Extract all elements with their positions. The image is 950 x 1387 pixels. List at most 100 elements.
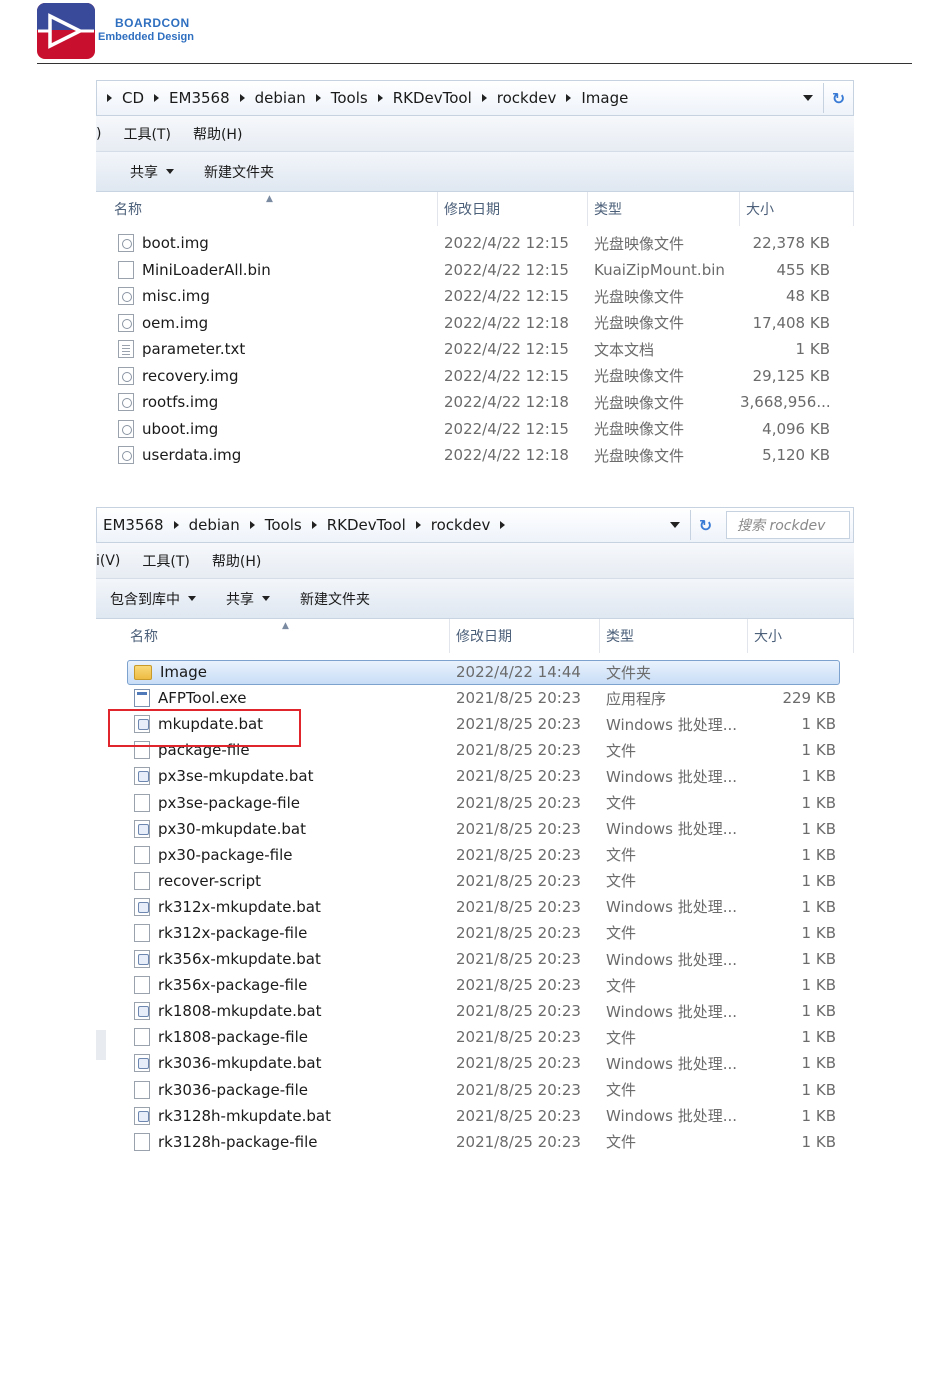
file-size: 1 KB (801, 1106, 836, 1125)
column-header-date[interactable]: 修改日期 (438, 192, 588, 226)
file-row[interactable]: rk3128h-package-file 2021/8/25 20:23 文件 1 K… (96, 1129, 854, 1155)
breadcrumb-item[interactable]: RKDevTool (327, 516, 406, 534)
breadcrumb-item[interactable]: rockdev (497, 89, 557, 107)
breadcrumb-item[interactable]: RKDevTool (393, 89, 472, 107)
file-size: 17,408 KB (752, 313, 830, 332)
folder-row[interactable]: Image 2022/4/22 14:44 文件夹 (96, 659, 854, 685)
file-date: 2021/8/25 20:23 (456, 897, 581, 916)
file-row[interactable]: rk356x-mkupdate.bat 2021/8/25 20:23 Window… (96, 946, 854, 972)
file-date: 2021/8/25 20:23 (456, 871, 581, 890)
menu-item[interactable]: 帮助(H) (212, 551, 261, 571)
toolbar-button[interactable]: 新建文件夹 (300, 589, 370, 609)
file-size: 1 KB (801, 976, 836, 995)
refresh-icon[interactable]: ↻ (690, 510, 720, 540)
column-header-type[interactable]: 类型 (600, 619, 748, 653)
file-row[interactable]: rk312x-package-file 2021/8/25 20:23 文件 1 KB (96, 920, 854, 946)
file-row[interactable]: MiniLoaderAll.bin 2022/4/22 12:15 KuaiZipM… (96, 257, 854, 284)
address-dropdown-icon[interactable] (670, 522, 680, 528)
toolbar-button[interactable]: 共享 (130, 162, 174, 182)
file-type: Windows 批处理... (606, 1107, 738, 1126)
breadcrumb-arrow-icon[interactable] (239, 94, 245, 102)
file-row[interactable]: misc.img 2022/4/22 12:15 光盘映像文件 48 KB (96, 283, 854, 310)
column-header-size[interactable]: 大小 (740, 192, 854, 226)
file-row[interactable]: AFPTool.exe 2021/8/25 20:23 应用程序 229 KB (96, 685, 854, 711)
toolbar-button[interactable]: 新建文件夹 (204, 162, 274, 182)
file-date: 2022/4/22 12:15 (444, 260, 569, 279)
breadcrumb: CD EM3568 debian Tools RKDevTool rockdev Image (97, 81, 793, 115)
breadcrumb-arrow-icon[interactable] (566, 94, 572, 102)
menu-item[interactable]: i(V) (96, 553, 120, 569)
file-name: oem.img (142, 313, 209, 332)
file-row[interactable]: boot.img 2022/4/22 12:15 光盘映像文件 22,378 KB (96, 230, 854, 257)
disc-image-icon (118, 366, 134, 385)
file-date: 2021/8/25 20:23 (456, 1080, 581, 1099)
breadcrumb-item[interactable]: EM3568 (103, 516, 164, 534)
breadcrumb-arrow-icon[interactable] (377, 94, 383, 102)
file-date: 2021/8/25 20:23 (456, 1106, 581, 1125)
file-row[interactable]: recover-script 2021/8/25 20:23 文件 1 KB (96, 868, 854, 894)
file-row[interactable]: uboot.img 2022/4/22 12:15 光盘映像文件 4,096 KB (96, 416, 854, 443)
column-header-type[interactable]: 类型 (588, 192, 740, 226)
file-row[interactable]: rootfs.img 2022/4/22 12:18 光盘映像文件 3,668,956… (96, 389, 854, 416)
file-row[interactable]: px30-package-file 2021/8/25 20:23 文件 1 KB (96, 842, 854, 868)
file-row[interactable]: px3se-package-file 2021/8/25 20:23 文件 1 KB (96, 789, 854, 815)
breadcrumb-arrow-icon[interactable] (415, 521, 421, 529)
menu-item[interactable]: ) (96, 126, 101, 142)
breadcrumb-item[interactable]: Image (581, 89, 628, 107)
menu-item[interactable]: 工具(T) (123, 124, 170, 144)
address-bar[interactable]: CD EM3568 debian Tools RKDevTool rockdev Image… (96, 80, 854, 116)
breadcrumb-item[interactable]: CD (122, 89, 144, 107)
breadcrumb-arrow-icon[interactable] (154, 94, 160, 102)
breadcrumb-item[interactable]: Tools (265, 516, 302, 534)
breadcrumb-item[interactable]: debian (255, 89, 306, 107)
file-row[interactable]: rk1808-package-file 2021/8/25 20:23 文件 1 KB (96, 1024, 854, 1050)
file-row[interactable]: rk312x-mkupdate.bat 2021/8/25 20:23 Window… (96, 894, 854, 920)
breadcrumb-arrow-icon[interactable] (249, 521, 255, 529)
file-name-cell: rk3036-mkupdate.bat (96, 1054, 450, 1073)
file-row[interactable]: rk356x-package-file 2021/8/25 20:23 文件 1 KB (96, 972, 854, 998)
breadcrumb-item[interactable]: EM3568 (169, 89, 230, 107)
file-date: 2021/8/25 20:23 (456, 976, 581, 995)
file-row[interactable]: rk3128h-mkupdate.bat 2021/8/25 20:23 Windo… (96, 1103, 854, 1129)
file-date: 2021/8/25 20:23 (456, 1054, 581, 1073)
file-row[interactable]: oem.img 2022/4/22 12:18 光盘映像文件 17,408 KB (96, 310, 854, 337)
header-divider (37, 63, 912, 64)
file-row[interactable]: parameter.txt 2022/4/22 12:15 文本文档 1 KB (96, 336, 854, 363)
file-row[interactable]: px30-mkupdate.bat 2021/8/25 20:23 Windows … (96, 816, 854, 842)
column-header-date[interactable]: 修改日期 (450, 619, 600, 653)
breadcrumb-arrow-icon[interactable] (481, 94, 487, 102)
breadcrumb-arrow-icon[interactable] (500, 521, 506, 529)
breadcrumb-arrow-icon[interactable] (173, 521, 179, 529)
file-size: 1 KB (801, 845, 836, 864)
brand-name: BOARDCON (115, 16, 190, 30)
file-row[interactable]: userdata.img 2022/4/22 12:18 光盘映像文件 5,120 K… (96, 442, 854, 469)
menu-bar: ) 工具(T) 帮助(H) (96, 116, 854, 152)
refresh-icon[interactable]: ↻ (823, 83, 853, 113)
search-input[interactable]: 搜索 rockdev (726, 511, 850, 539)
address-bar[interactable]: EM3568 debian Tools RKDevTool rockdev ↻ 搜索 r… (96, 507, 854, 543)
toolbar-button[interactable]: 包含到库中 (110, 589, 196, 609)
breadcrumb-arrow-icon[interactable] (311, 521, 317, 529)
toolbar-button[interactable]: 共享 (226, 589, 270, 609)
column-header-size[interactable]: 大小 (748, 619, 854, 653)
breadcrumb-arrow-icon[interactable] (107, 94, 112, 102)
breadcrumb-item[interactable]: rockdev (431, 516, 491, 534)
file-name: rk3128h-mkupdate.bat (158, 1106, 331, 1125)
chevron-down-icon (166, 169, 174, 174)
file-row[interactable]: rk3036-mkupdate.bat 2021/8/25 20:23 Window… (96, 1050, 854, 1076)
breadcrumb-arrow-icon[interactable] (315, 94, 321, 102)
file-type: 光盘映像文件 (594, 393, 685, 412)
folder-icon (134, 664, 152, 680)
file-row[interactable]: px3se-mkupdate.bat 2021/8/25 20:23 Windows… (96, 763, 854, 789)
breadcrumb-item[interactable]: debian (189, 516, 240, 534)
address-dropdown-icon[interactable] (803, 95, 813, 101)
file-row[interactable]: rk1808-mkupdate.bat 2021/8/25 20:23 Window… (96, 998, 854, 1024)
menu-item[interactable]: 帮助(H) (193, 124, 242, 144)
breadcrumb-item[interactable]: Tools (331, 89, 368, 107)
file-row[interactable]: rk3036-package-file 2021/8/25 20:23 文件 1 KB (96, 1077, 854, 1103)
menu-item[interactable]: 工具(T) (142, 551, 189, 571)
file-name: Image (160, 663, 207, 682)
column-header-name[interactable]: 名称 (96, 619, 450, 653)
file-size: 29,125 KB (752, 366, 830, 385)
file-row[interactable]: recovery.img 2022/4/22 12:15 光盘映像文件 29,125 … (96, 363, 854, 390)
